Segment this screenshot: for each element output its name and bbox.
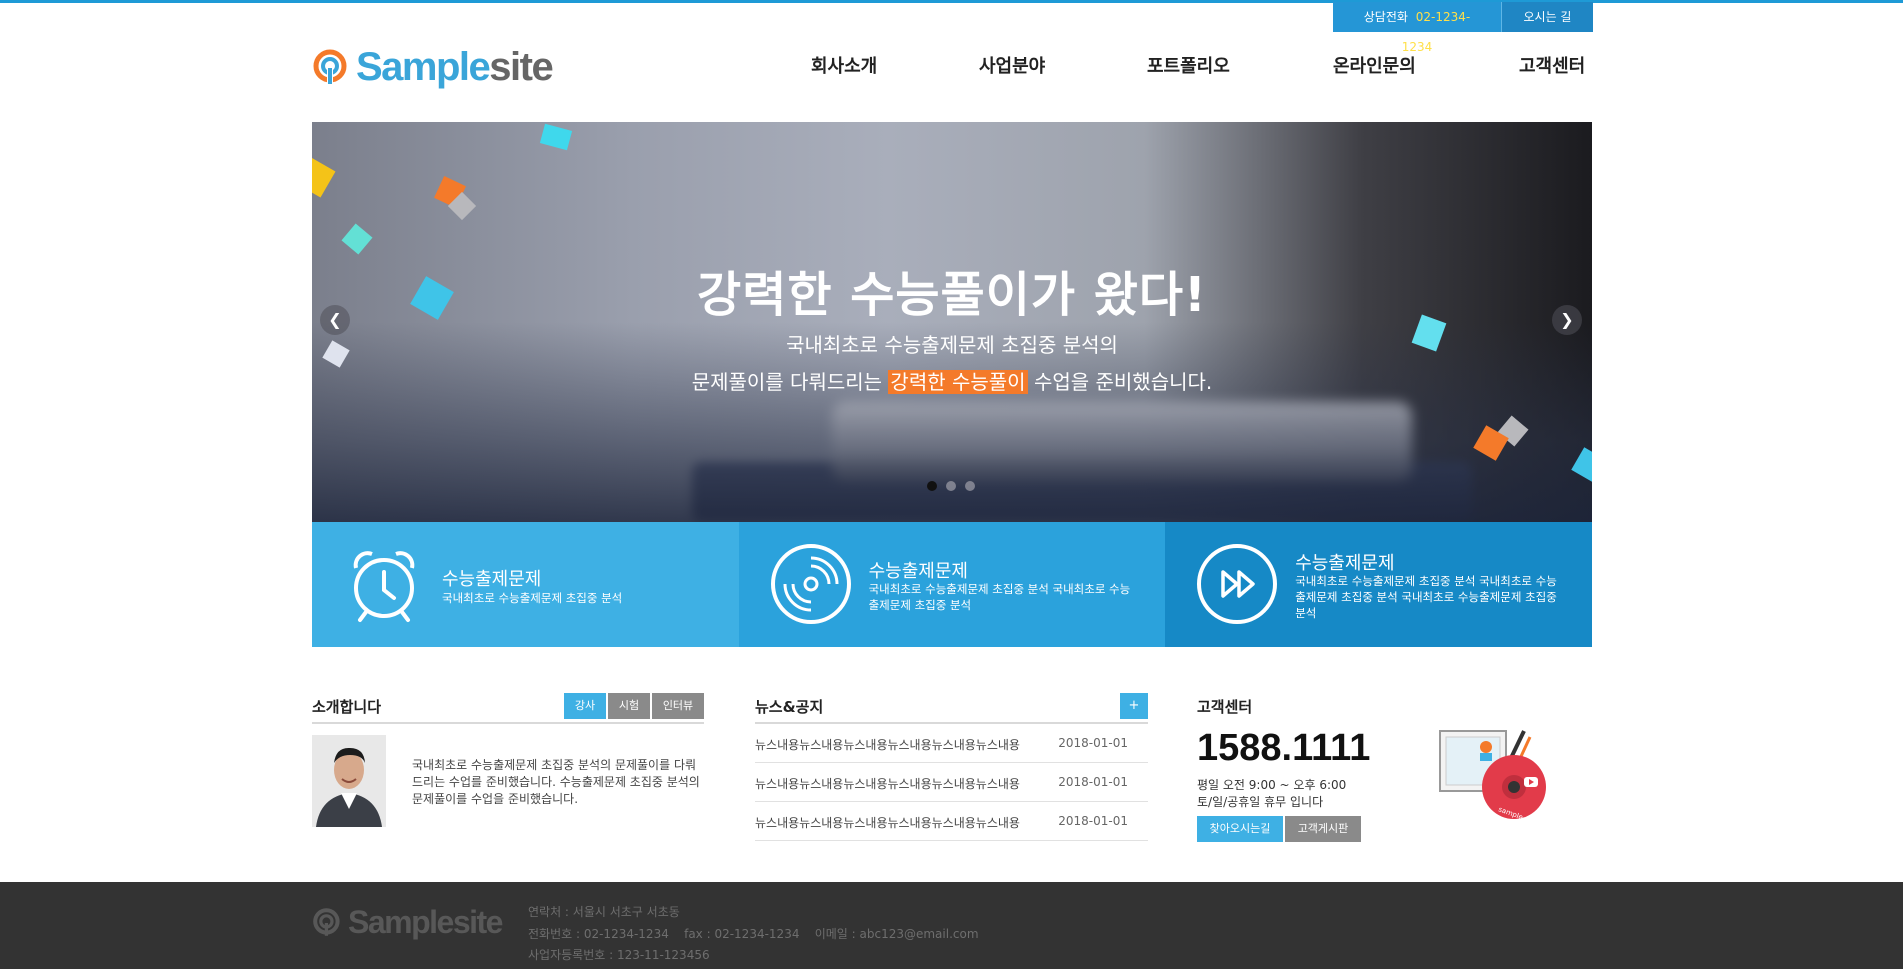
confetti-shape bbox=[539, 123, 573, 151]
call-label: 상담전화 bbox=[1363, 10, 1408, 24]
call-button[interactable]: 상담전화 02-1234-1234 bbox=[1333, 2, 1501, 54]
cs-board-button[interactable]: 고객게시판 bbox=[1285, 816, 1361, 842]
news-item-date: 2018-01-01 bbox=[1058, 775, 1128, 789]
footer-logo-sample: Sample bbox=[348, 904, 454, 940]
tab-interview[interactable]: 인터뷰 bbox=[652, 693, 704, 719]
feature-row: 수능출제문제 국내최초로 수능출제문제 초집중 분석 수능출제문제 국내최초로 … bbox=[312, 522, 1592, 647]
news-item-title: 뉴스내용뉴스내용뉴스내용뉴스내용뉴스내용뉴스내용 bbox=[755, 777, 1020, 791]
slider-next-button[interactable]: ❯ bbox=[1552, 305, 1582, 335]
news-item-title: 뉴스내용뉴스내용뉴스내용뉴스내용뉴스내용뉴스내용 bbox=[755, 816, 1020, 830]
news-item[interactable]: 뉴스내용뉴스내용뉴스내용뉴스내용뉴스내용뉴스내용 2018-01-01 bbox=[755, 763, 1148, 802]
cs-hours-holiday: 토/일/공휴일 휴무 입니다 bbox=[1197, 795, 1324, 809]
news-more-button[interactable]: + bbox=[1120, 693, 1148, 719]
news-item-date: 2018-01-01 bbox=[1058, 814, 1128, 828]
news-item-title: 뉴스내용뉴스내용뉴스내용뉴스내용뉴스내용뉴스내용 bbox=[755, 738, 1020, 752]
news-item-date: 2018-01-01 bbox=[1058, 736, 1128, 750]
hero-slider: 강력한 수능풀이가 왔다! 국내최초로 수능출제문제 초집중 분석의 문제풀이를… bbox=[312, 122, 1592, 522]
chevron-left-icon: ❮ bbox=[328, 310, 342, 329]
nav-item-business[interactable]: 사업분야 bbox=[979, 52, 1045, 78]
hero-highlight: 강력한 수능풀이 bbox=[888, 370, 1028, 394]
news-item[interactable]: 뉴스내용뉴스내용뉴스내용뉴스내용뉴스내용뉴스내용 2018-01-01 bbox=[755, 724, 1148, 763]
hero-subtitle-line2: 문제풀이를 다뤄드리는 강력한 수능풀이 수업을 준비했습니다. bbox=[312, 366, 1592, 395]
tab-exam[interactable]: 시험 bbox=[608, 693, 650, 719]
feature-title: 수능출제문제 bbox=[868, 561, 968, 582]
cs-hours-weekday: 평일 오전 9:00 ~ 오후 6:00 bbox=[1197, 778, 1347, 792]
footer-contact: 전화번호 : 02-1234-1234 fax : 02-1234-1234 이… bbox=[528, 927, 979, 941]
footer-logo-mark-icon bbox=[313, 907, 340, 936]
footer-biz-number: 사업자등록번호 : 123-11-123456 bbox=[528, 948, 710, 962]
feature-box[interactable]: 수능출제문제 국내최초로 수능출제문제 초집중 분석 국내최초로 수능출제문제 … bbox=[1165, 522, 1592, 647]
slider-dot[interactable] bbox=[946, 481, 956, 491]
intro-divider bbox=[312, 722, 704, 724]
news-title: 뉴스&공지 bbox=[755, 698, 824, 716]
footer-logo-site: site bbox=[452, 904, 504, 940]
confetti-shape bbox=[312, 156, 336, 198]
top-accent-line bbox=[0, 0, 1903, 3]
nav-item-inquiry[interactable]: 온라인문의 bbox=[1333, 52, 1416, 78]
call-number: 02-1234-1234 bbox=[1401, 10, 1471, 54]
site-logo[interactable]: Samplesite bbox=[312, 45, 554, 90]
nav-item-support[interactable]: 고객센터 bbox=[1519, 52, 1585, 78]
slider-dot[interactable] bbox=[927, 481, 937, 491]
slider-prev-button[interactable]: ❮ bbox=[320, 305, 350, 335]
chevron-right-icon: ❯ bbox=[1560, 310, 1574, 329]
news-item[interactable]: 뉴스내용뉴스내용뉴스내용뉴스내용뉴스내용뉴스내용 2018-01-01 bbox=[755, 802, 1148, 841]
footer-logo: Samplesite bbox=[312, 904, 504, 941]
slider-pagination bbox=[927, 481, 975, 491]
hero-subtitle-pre: 문제풀이를 다뤄드리는 bbox=[691, 370, 889, 394]
feature-box[interactable]: 수능출제문제 국내최초로 수능출제문제 초집중 분석 국내최초로 수능출제문제 … bbox=[738, 522, 1166, 647]
footer-address: 연락처 : 서울시 서초구 서초동 bbox=[528, 905, 680, 919]
nav-item-company[interactable]: 회사소개 bbox=[811, 52, 877, 78]
feature-desc: 국내최초로 수능출제문제 초집중 분석 bbox=[442, 591, 623, 605]
confetti-shape bbox=[341, 223, 373, 255]
logo-text-site: site bbox=[489, 45, 553, 89]
feature-title: 수능출제문제 bbox=[1295, 553, 1395, 574]
cs-title: 고객센터 bbox=[1197, 698, 1253, 716]
slider-dot[interactable] bbox=[965, 481, 975, 491]
feature-title: 수능출제문제 bbox=[442, 569, 542, 590]
cs-directions-button[interactable]: 찾아오시는길 bbox=[1197, 816, 1283, 842]
directions-button[interactable]: 오시는 길 bbox=[1501, 2, 1593, 32]
video-illustration-icon: sample movie bbox=[1439, 730, 1546, 825]
intro-text: 국내최초로 수능출제문제 초집중 분석의 문제풀이를 다뤄드리는 수업를 준비했… bbox=[412, 758, 700, 806]
nav-item-portfolio[interactable]: 포트폴리오 bbox=[1147, 52, 1230, 78]
instructor-photo bbox=[312, 735, 386, 827]
tab-instructor[interactable]: 강사 bbox=[564, 693, 606, 719]
logo-mark-icon bbox=[313, 49, 347, 84]
hero-subtitle-line1: 국내최초로 수능출제문제 초집중 분석의 bbox=[786, 333, 1118, 357]
intro-title: 소개합니다 bbox=[312, 698, 382, 716]
alarm-clock-icon bbox=[353, 551, 415, 622]
logo-text: Samplesite bbox=[356, 45, 554, 90]
feature-box[interactable]: 수능출제문제 국내최초로 수능출제문제 초집중 분석 bbox=[312, 522, 739, 647]
cs-phone: 1588.1111 bbox=[1197, 727, 1371, 769]
hero-title: 강력한 수능풀이가 왔다! bbox=[697, 267, 1207, 323]
utility-bar: 상담전화 02-1234-1234 오시는 길 bbox=[1333, 2, 1593, 54]
feature-desc: 국내최초로 수능출제문제 초집중 분석 국내최초로 수능출제문제 초집중 분석 bbox=[868, 582, 1131, 612]
feature-desc: 국내최초로 수능출제문제 초집중 분석 국내최초로 수능출제문제 초집중 분석 … bbox=[1295, 574, 1557, 620]
disc-icon bbox=[770, 544, 851, 624]
fast-forward-icon bbox=[1197, 544, 1278, 624]
hero-subtitle-post: 수업을 준비했습니다. bbox=[1027, 370, 1213, 394]
logo-text-sample: Sample bbox=[356, 45, 491, 89]
